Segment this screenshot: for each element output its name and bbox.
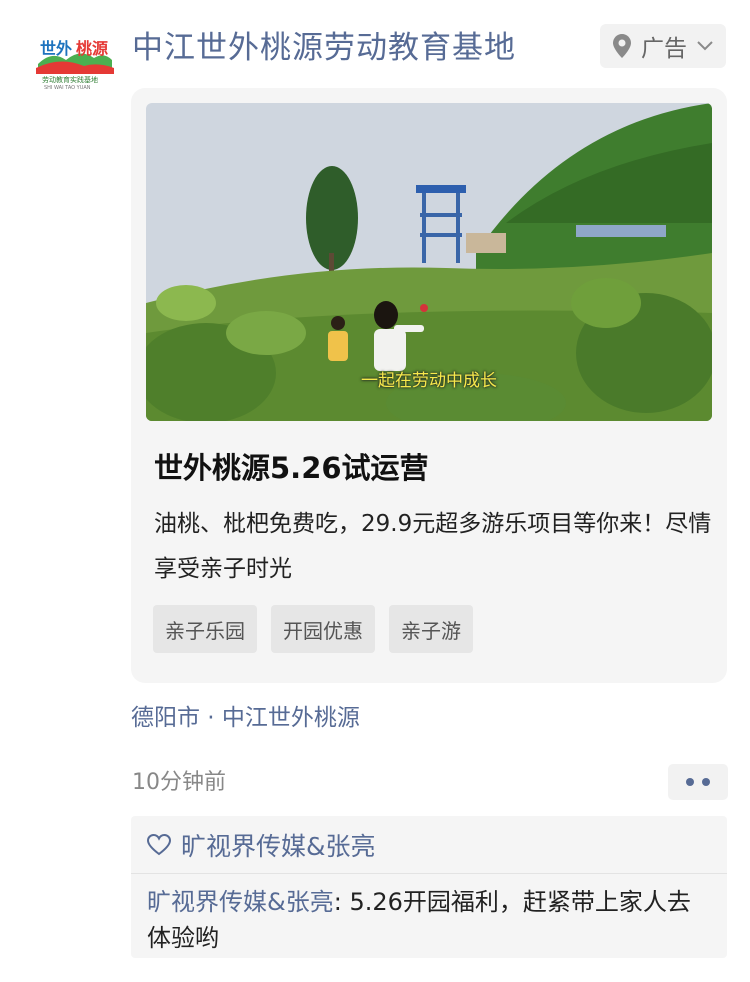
location-pin-icon xyxy=(613,34,631,58)
comment-item[interactable]: 旷视界传媒&张亮: 5.26开园福利，赶紧带上家人去体验哟 xyxy=(131,874,727,956)
tag-item[interactable]: 亲子乐园 xyxy=(153,605,257,653)
moments-ad-post: 世外 桃源 劳动教育实践基地 SHI WAI TAO YUAN 中江世外桃源劳动… xyxy=(0,0,750,982)
tag-item[interactable]: 亲子游 xyxy=(389,605,473,653)
more-actions-button[interactable] xyxy=(668,764,728,800)
comment-author[interactable]: 旷视界传媒&张亮 xyxy=(147,888,334,916)
svg-text:世外: 世外 xyxy=(40,39,72,58)
svg-text:桃源: 桃源 xyxy=(76,39,108,58)
post-time: 10分钟前 xyxy=(132,770,226,795)
comment-separator: : xyxy=(333,888,350,916)
account-name[interactable]: 中江世外桃源劳动教育基地 xyxy=(132,26,516,70)
ad-photo[interactable]: 一起在劳动中成长 xyxy=(146,103,712,421)
tag-item[interactable]: 开园优惠 xyxy=(271,605,375,653)
location-link[interactable]: 德阳市 · 中江世外桃源 xyxy=(131,700,360,736)
ad-menu-button[interactable]: 广告 xyxy=(600,24,726,68)
liker-name[interactable]: 旷视界传媒&张亮 xyxy=(181,827,376,863)
ad-label: 广告 xyxy=(641,36,687,62)
card-description: 油桃、枇杷免费吃，29.9元超多游乐项目等你来！尽情享受亲子时光 xyxy=(154,511,712,582)
avatar[interactable]: 世外 桃源 劳动教育实践基地 SHI WAI TAO YUAN xyxy=(30,30,116,91)
comments-section: 旷视界传媒&张亮 旷视界传媒&张亮: 5.26开园福利，赶紧带上家人去体验哟 xyxy=(131,816,727,958)
photo-caption: 一起在劳动中成长 xyxy=(361,371,497,391)
heart-outline-icon xyxy=(147,833,171,855)
chevron-down-icon xyxy=(697,41,713,51)
svg-text:劳动教育实践基地: 劳动教育实践基地 xyxy=(42,75,98,84)
dot-icon xyxy=(702,778,710,786)
svg-text:SHI WAI TAO YUAN: SHI WAI TAO YUAN xyxy=(44,85,91,90)
dot-icon xyxy=(686,778,694,786)
likes-row: 旷视界传媒&张亮 xyxy=(131,816,727,874)
ad-card[interactable]: 一起在劳动中成长 世外桃源5.26试运营 油桃、枇杷免费吃，29.9元超多游乐项… xyxy=(131,88,727,683)
card-title: 世外桃源5.26试运营 xyxy=(154,451,429,485)
tag-list: 亲子乐园 开园优惠 亲子游 xyxy=(153,605,473,653)
